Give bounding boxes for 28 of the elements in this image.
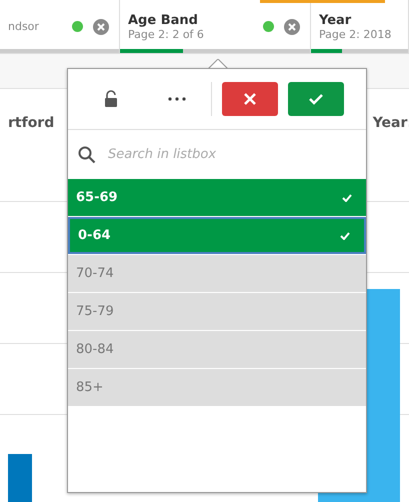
unlock-icon[interactable]: [104, 90, 118, 108]
selection-chip[interactable]: ndsor: [0, 0, 120, 53]
list-item[interactable]: 80-84: [68, 331, 366, 368]
chart-bar: [8, 454, 32, 502]
close-icon: [243, 92, 257, 106]
field-name: Year: [319, 12, 352, 28]
clear-icon[interactable]: [93, 18, 109, 34]
field-values: Page 2: 2 of 6: [128, 28, 205, 40]
list-item[interactable]: 0-64: [68, 217, 366, 254]
search-icon: [78, 146, 96, 164]
check-icon: [342, 194, 352, 202]
chart-title: Year:: [372, 115, 409, 131]
check-icon: [308, 93, 324, 105]
list-item[interactable]: 70-74: [68, 255, 366, 292]
field-values: Page 2: 2018: [319, 28, 392, 40]
list-item[interactable]: 75-79: [68, 293, 366, 330]
status-dot-icon: [263, 21, 274, 32]
more-icon[interactable]: [168, 97, 186, 101]
chart-title: rtford: [8, 115, 54, 131]
list-item[interactable]: 85+: [68, 369, 366, 406]
status-dot-icon: [72, 21, 83, 32]
field-name: Age Band: [128, 12, 199, 28]
clear-icon[interactable]: [284, 18, 300, 34]
field-values: ndsor: [8, 20, 40, 33]
list-item[interactable]: 65-69: [68, 179, 366, 216]
confirm-button[interactable]: [288, 82, 344, 116]
cancel-button[interactable]: [222, 82, 278, 116]
check-icon: [340, 232, 350, 240]
